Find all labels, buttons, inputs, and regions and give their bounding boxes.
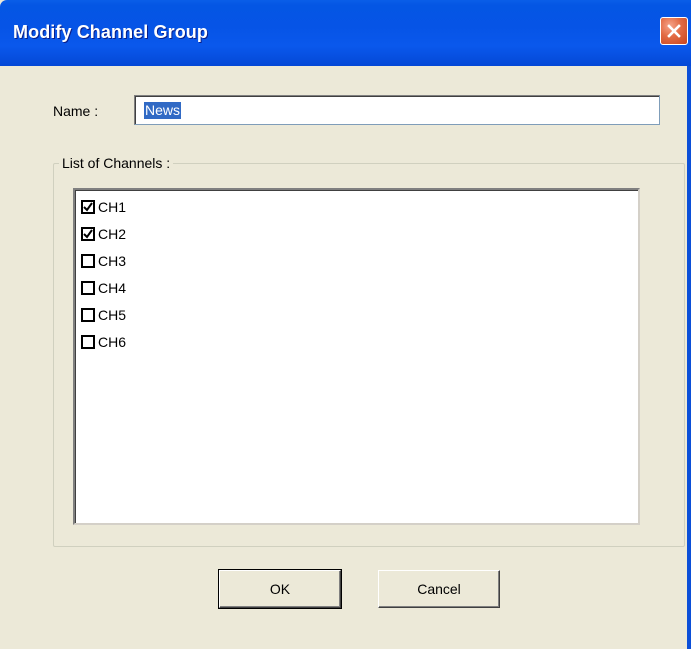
list-item-label: CH2	[98, 226, 127, 242]
list-item-ch4[interactable]: CH4	[81, 278, 126, 298]
list-item-label: CH3	[98, 253, 127, 269]
ok-button[interactable]: OK	[218, 569, 342, 609]
name-input[interactable]: News	[134, 95, 660, 125]
channels-list[interactable]: CH1 CH2 CH3 CH4 CH5 CH6	[73, 188, 640, 525]
close-button[interactable]	[660, 17, 688, 45]
checkbox-ch4[interactable]	[81, 281, 95, 295]
name-input-selected-text: News	[144, 101, 182, 119]
list-item-label: CH6	[98, 334, 127, 350]
list-item-label: CH4	[98, 280, 127, 296]
list-item-ch1[interactable]: CH1	[81, 197, 126, 217]
list-item-label: CH1	[98, 199, 127, 215]
checkbox-ch6[interactable]	[81, 335, 95, 349]
checkbox-ch1[interactable]	[81, 200, 95, 214]
checkbox-ch2[interactable]	[81, 227, 95, 241]
cancel-button[interactable]: Cancel	[378, 570, 500, 608]
window-right-border	[687, 66, 691, 649]
list-item-ch2[interactable]: CH2	[81, 224, 126, 244]
checkbox-ch5[interactable]	[81, 308, 95, 322]
list-item-ch6[interactable]: CH6	[81, 332, 126, 352]
name-label: Name :	[53, 103, 99, 119]
checkbox-ch3[interactable]	[81, 254, 95, 268]
title-bar[interactable]: Modify Channel Group	[0, 0, 691, 66]
dialog-window: Modify Channel Group Name : News List of…	[0, 0, 691, 649]
list-item-ch3[interactable]: CH3	[81, 251, 126, 271]
channels-groupbox-label: List of Channels :	[59, 155, 174, 171]
list-item-ch5[interactable]: CH5	[81, 305, 126, 325]
list-item-label: CH5	[98, 307, 127, 323]
close-icon	[666, 23, 682, 39]
dialog-title: Modify Channel Group	[13, 22, 208, 42]
